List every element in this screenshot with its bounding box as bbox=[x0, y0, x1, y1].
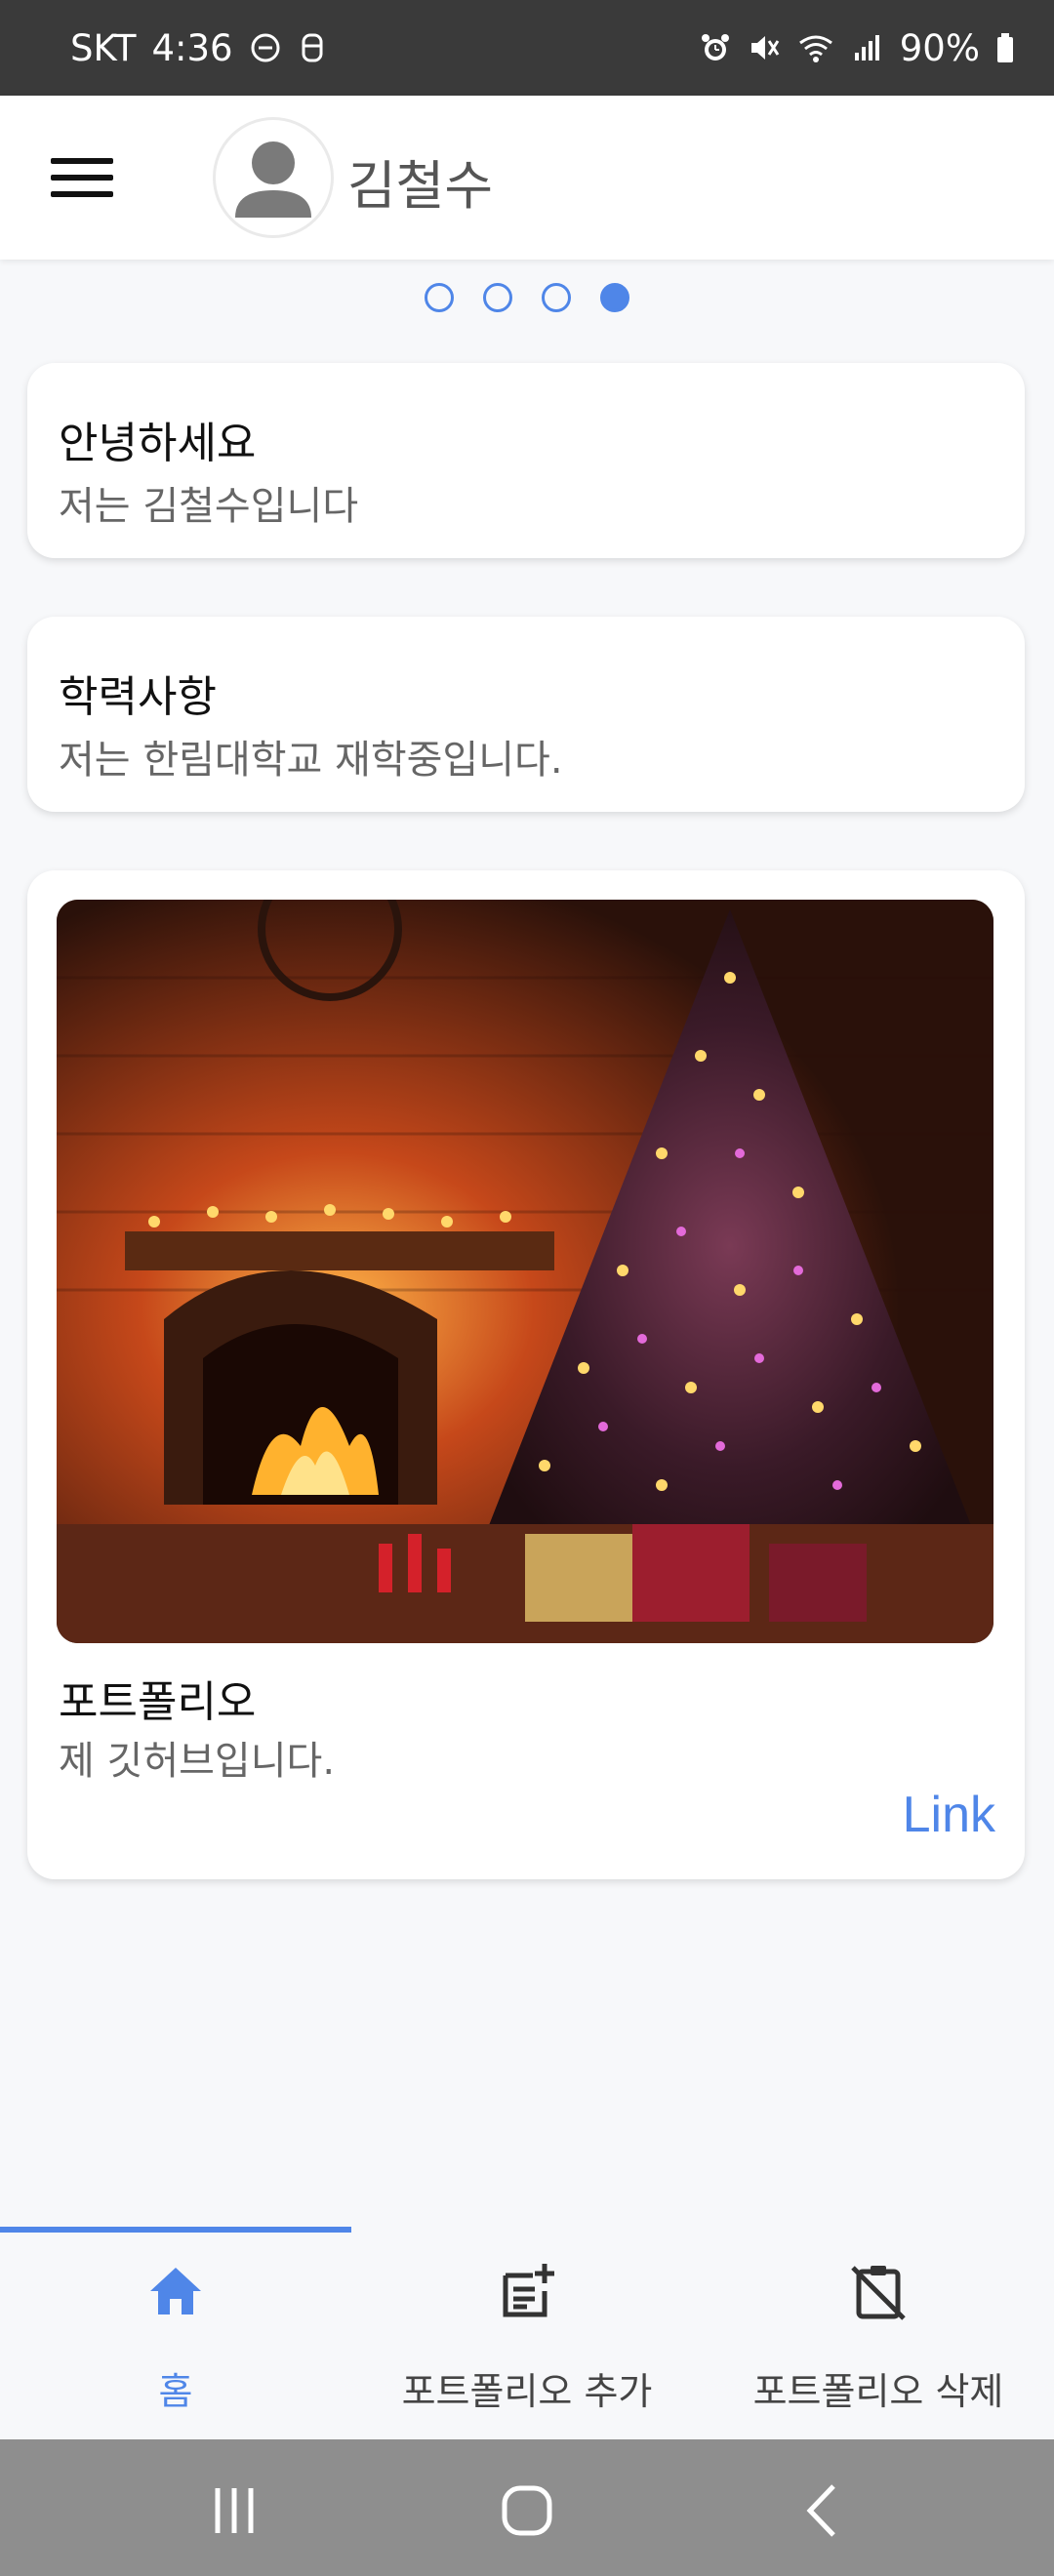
page-dot[interactable] bbox=[425, 283, 454, 312]
nav-label: 포트폴리오 추가 bbox=[401, 2370, 653, 2413]
recent-apps-icon[interactable] bbox=[200, 2476, 268, 2545]
home-icon bbox=[150, 2268, 201, 2314]
nav-label: 포트폴리오 삭제 bbox=[752, 2370, 1004, 2413]
page-dot[interactable] bbox=[542, 283, 571, 312]
status-bar: SKT 4:36 90% bbox=[0, 0, 1054, 96]
portfolio-image bbox=[57, 900, 993, 1643]
bottom-navigation: 홈 포트폴리오 추가 포트폴리오 삭제 bbox=[0, 2227, 1054, 2439]
wifi-icon bbox=[796, 31, 835, 64]
dnd-icon bbox=[249, 31, 282, 64]
alarm-icon bbox=[699, 31, 732, 64]
portfolio-card[interactable]: 포트폴리오 제 깃허브입니다. Link bbox=[27, 870, 1025, 1879]
mute-icon bbox=[748, 31, 781, 64]
github-link-button[interactable]: Link bbox=[903, 1786, 995, 1844]
card-title: 안녕하세요 bbox=[59, 419, 257, 468]
person-icon bbox=[235, 141, 311, 218]
cloud-icon bbox=[298, 31, 327, 64]
battery-percentage: 90% bbox=[899, 26, 980, 69]
app-bar: 김철수 bbox=[0, 96, 1054, 260]
page-indicator bbox=[0, 283, 1054, 312]
signal-icon bbox=[851, 31, 884, 64]
user-name: 김철수 bbox=[347, 155, 494, 217]
nav-delete-portfolio[interactable]: 포트폴리오 삭제 bbox=[703, 2227, 1054, 2439]
carrier-label: SKT bbox=[70, 26, 137, 69]
hamburger-menu-icon[interactable] bbox=[47, 150, 117, 205]
clipboard-off-icon bbox=[851, 2266, 906, 2320]
card-title: 학력사항 bbox=[59, 672, 217, 722]
note-add-icon bbox=[503, 2264, 554, 2317]
home-button-icon[interactable] bbox=[493, 2476, 561, 2545]
card-subtitle: 저는 한림대학교 재학중입니다. bbox=[59, 738, 563, 783]
battery-icon bbox=[995, 31, 1015, 64]
card-subtitle: 저는 김철수입니다 bbox=[59, 484, 359, 529]
greeting-card[interactable]: 안녕하세요 저는 김철수입니다 bbox=[27, 363, 1025, 558]
nav-home[interactable]: 홈 bbox=[0, 2227, 351, 2439]
page-dot[interactable] bbox=[483, 283, 512, 312]
app-screen: SKT 4:36 90% 김철수 안녕하세요 저는 김철수입니다 학력사항 저는… bbox=[0, 0, 1054, 2576]
nav-add-portfolio[interactable]: 포트폴리오 추가 bbox=[351, 2227, 703, 2439]
education-card[interactable]: 학력사항 저는 한림대학교 재학중입니다. bbox=[27, 617, 1025, 812]
back-icon[interactable] bbox=[790, 2476, 859, 2545]
nav-label: 홈 bbox=[158, 2370, 193, 2413]
card-title: 포트폴리오 bbox=[59, 1677, 257, 1727]
card-subtitle: 제 깃허브입니다. bbox=[59, 1739, 336, 1784]
system-navigation-bar bbox=[0, 2439, 1054, 2576]
clock: 4:36 bbox=[151, 26, 233, 69]
avatar[interactable] bbox=[213, 117, 334, 238]
page-dot-active[interactable] bbox=[600, 283, 629, 312]
